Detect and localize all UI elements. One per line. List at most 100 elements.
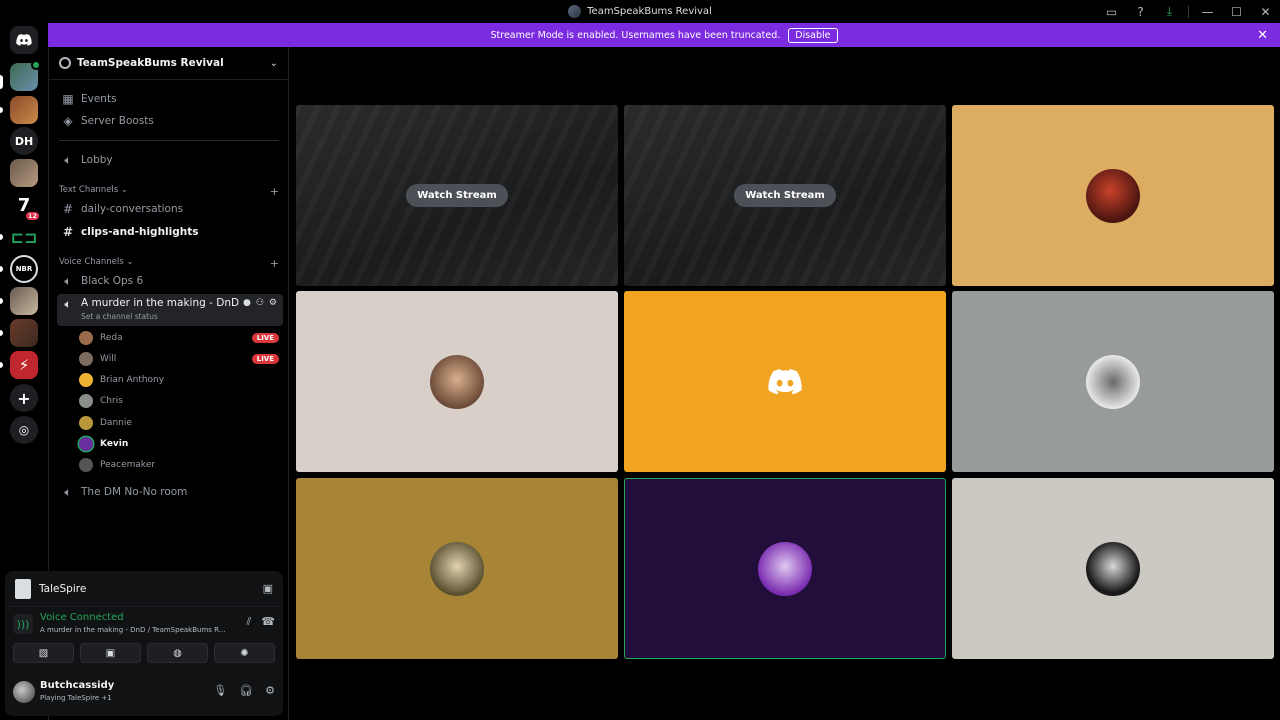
- maximize-button[interactable]: ☐: [1222, 5, 1251, 19]
- noise-suppression-icon[interactable]: ⫽: [246, 615, 251, 629]
- channel-label: daily-conversations: [81, 203, 184, 215]
- add-server-icon[interactable]: +: [10, 384, 38, 412]
- add-channel-icon[interactable]: +: [270, 185, 279, 198]
- server-icon-7[interactable]: 7 12: [10, 191, 41, 222]
- member-name: Dannie: [100, 418, 132, 428]
- text-channels-category[interactable]: Text Channels ⌄ +: [59, 185, 279, 198]
- game-icon: [15, 578, 31, 599]
- voice-member[interactable]: Chris: [79, 391, 279, 411]
- server-icon-dh[interactable]: DH: [10, 127, 38, 155]
- voice-member[interactable]: Will LIVE: [79, 349, 279, 369]
- discord-home-icon[interactable]: [10, 26, 38, 54]
- avatar: [79, 437, 93, 451]
- voice-connected-channel[interactable]: A murder in the making - DnD / TeamSpeak…: [40, 626, 225, 634]
- gear-icon[interactable]: ⚙: [269, 298, 277, 308]
- member-name: Kevin: [100, 439, 129, 449]
- voice-connected-label[interactable]: Voice Connected: [40, 612, 124, 623]
- signal-icon[interactable]: ))): [13, 614, 33, 634]
- camera-off-button[interactable]: ▧: [13, 643, 74, 663]
- channel-label: clips-and-highlights: [81, 226, 199, 238]
- text-channel-clips-and-highlights[interactable]: # clips-and-highlights: [57, 222, 283, 242]
- participant-tile[interactable]: [952, 478, 1274, 659]
- stream-tile-will[interactable]: Watch Stream: [624, 105, 946, 286]
- voice-member[interactable]: Dannie: [79, 413, 279, 433]
- mention-badge: 12: [23, 210, 41, 222]
- screen-share-button[interactable]: ▣: [80, 643, 141, 663]
- microphone-icon[interactable]: 🎙︎: [213, 684, 227, 697]
- channel-label: The DM No-No room: [81, 486, 188, 498]
- close-banner-icon[interactable]: ✕: [1257, 28, 1268, 43]
- watch-stream-button[interactable]: Watch Stream: [406, 184, 508, 207]
- chat-icon[interactable]: ●: [243, 298, 251, 308]
- invite-icon[interactable]: ⚇: [256, 298, 264, 308]
- gear-icon[interactable]: ⚙: [265, 684, 275, 697]
- account-bar[interactable]: Butchcassidy Playing TaleSpire +1 🎙︎ 🎧︎ …: [13, 678, 275, 708]
- server-icon-teamspeakbums[interactable]: [10, 60, 41, 91]
- server-icon-bed[interactable]: ⊏⊐: [10, 223, 38, 251]
- server-boosts-item[interactable]: ◈ Server Boosts: [57, 111, 283, 131]
- server-icon: [568, 5, 582, 18]
- voice-channel-lobby[interactable]: 🔈︎ Lobby: [57, 150, 283, 170]
- server-header[interactable]: TeamSpeakBums Revival ⌄: [49, 47, 288, 80]
- participant-tile[interactable]: [624, 291, 946, 472]
- voice-channel-black-ops[interactable]: 🔈︎ Black Ops 6: [57, 271, 283, 291]
- voice-actions: ▧ ▣ ◍ ✺: [13, 643, 275, 663]
- watch-stream-button[interactable]: Watch Stream: [734, 184, 836, 207]
- divider: [59, 140, 279, 141]
- close-window-button[interactable]: ✕: [1251, 5, 1280, 19]
- add-channel-icon[interactable]: +: [270, 257, 279, 270]
- server-icon-nbr[interactable]: NBR: [10, 255, 38, 283]
- nbr-label: NBR: [15, 265, 33, 273]
- voice-member[interactable]: Peacemaker: [79, 455, 279, 475]
- avatar: [79, 373, 93, 387]
- participant-tile-speaking[interactable]: [624, 478, 946, 659]
- avatar: [79, 416, 93, 430]
- username: Butchcassidy: [40, 680, 115, 691]
- voice-member[interactable]: Reda LIVE: [79, 328, 279, 348]
- speaker-locked-icon: 🔈︎: [64, 484, 72, 499]
- discover-icon[interactable]: ◎: [10, 416, 38, 444]
- share-screen-icon[interactable]: ▣: [263, 582, 273, 595]
- headphones-icon[interactable]: 🎧︎: [239, 684, 253, 697]
- server-icon-4[interactable]: [10, 159, 38, 187]
- speaker-icon: 🔈︎: [64, 273, 72, 288]
- chevron-down-icon[interactable]: ⌄: [270, 58, 278, 69]
- server-icon-9[interactable]: [10, 319, 38, 347]
- voice-category-label: Voice Channels: [59, 257, 124, 267]
- server-icon-2[interactable]: [10, 96, 38, 124]
- channel-label: Black Ops 6: [81, 275, 144, 287]
- server-icon-10[interactable]: ⚡: [10, 351, 38, 379]
- minimize-button[interactable]: —: [1193, 5, 1222, 19]
- soundboard-button[interactable]: ✺: [214, 643, 275, 663]
- voice-channel-dm-room[interactable]: 🔈︎ The DM No-No room: [57, 482, 283, 502]
- text-channel-daily-conversations[interactable]: # daily-conversations: [57, 199, 283, 219]
- disable-button[interactable]: Disable: [788, 27, 838, 43]
- voice-member[interactable]: Brian Anthony: [79, 370, 279, 390]
- member-name: Chris: [100, 396, 123, 406]
- inbox-icon[interactable]: ▭: [1097, 5, 1126, 19]
- help-icon[interactable]: ?: [1126, 5, 1155, 19]
- participant-tile[interactable]: [952, 105, 1274, 286]
- server-name: TeamSpeakBums Revival: [77, 57, 224, 69]
- server-badge-icon: [59, 57, 71, 69]
- avatar: [79, 352, 93, 366]
- stream-tile-reda[interactable]: Watch Stream: [296, 105, 618, 286]
- boosts-label: Server Boosts: [81, 115, 154, 127]
- lobby-label: Lobby: [81, 154, 113, 166]
- voice-channel-active[interactable]: 🔈︎ A murder in the making - DnD Set a ch…: [57, 294, 283, 326]
- avatar: [1086, 541, 1140, 596]
- download-icon[interactable]: ⤓: [1155, 4, 1184, 19]
- activity-button[interactable]: ◍: [147, 643, 208, 663]
- voice-channels-category[interactable]: Voice Channels ⌄ +: [59, 257, 279, 270]
- events-item[interactable]: ▦ Events: [57, 89, 283, 109]
- participant-tile[interactable]: [952, 291, 1274, 472]
- disconnect-icon[interactable]: ☎: [261, 615, 275, 629]
- participant-tile[interactable]: [296, 291, 618, 472]
- activity-bar[interactable]: TaleSpire ▣: [5, 571, 283, 607]
- live-badge: LIVE: [251, 354, 279, 364]
- voice-member-speaking[interactable]: Kevin: [79, 434, 279, 454]
- unread-pill: [0, 266, 3, 272]
- participant-tile[interactable]: [296, 478, 618, 659]
- channel-status[interactable]: Set a channel status: [81, 312, 158, 321]
- server-icon-8[interactable]: [10, 287, 38, 315]
